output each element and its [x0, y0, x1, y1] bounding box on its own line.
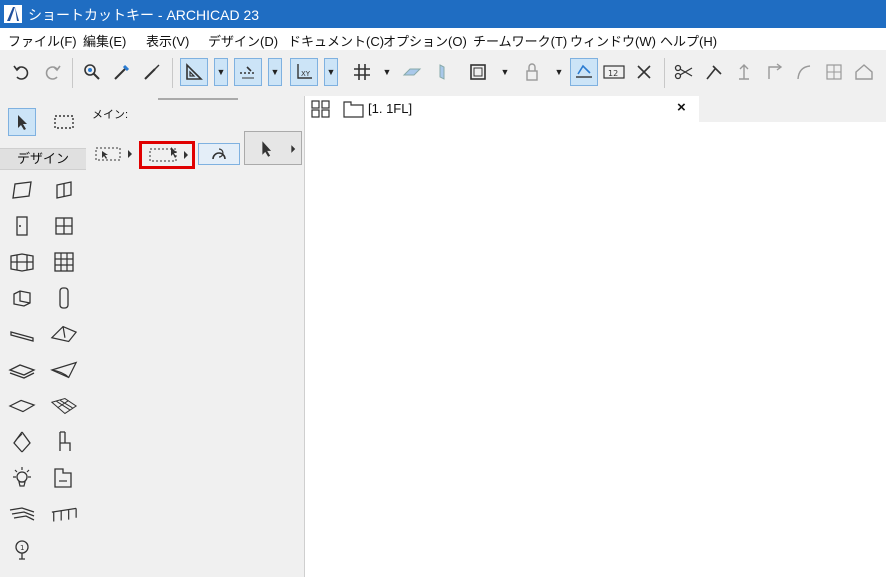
svg-text:12: 12	[608, 69, 618, 78]
menu-file[interactable]: ファイル(F)	[8, 31, 77, 50]
info-box-palette	[88, 96, 305, 577]
arrow-tool-icon[interactable]	[8, 108, 36, 136]
split-icon[interactable]	[820, 58, 848, 86]
window-tool-icon[interactable]	[50, 212, 78, 240]
morph-tool-icon[interactable]	[50, 392, 78, 420]
chair-tool-icon[interactable]	[50, 428, 78, 456]
offset-icon[interactable]	[760, 58, 788, 86]
standard-toolbar: ▼ ▼ XY ▼ ▼ ▼ ▼ 12	[0, 50, 886, 97]
curve-icon[interactable]	[790, 58, 818, 86]
magic-wand-icon[interactable]	[78, 58, 106, 86]
menu-bar: ファイル(F) 編集(E) 表示(V) デザイン(D) ドキュメント(C) オプ…	[0, 28, 886, 50]
design-tab[interactable]: デザイン	[0, 148, 86, 170]
menu-design[interactable]: デザイン(D)	[208, 31, 278, 50]
wall-tool-icon[interactable]	[8, 176, 36, 204]
column-tall-tool-icon[interactable]	[50, 284, 78, 312]
guide-dropdown[interactable]: ▼	[214, 58, 228, 86]
selection-mode-button[interactable]	[92, 143, 134, 165]
beam-tool-icon[interactable]	[8, 320, 36, 348]
roof-tool-icon[interactable]	[50, 320, 78, 348]
snap-dropdown[interactable]: ▼	[268, 58, 282, 86]
infobox-grip	[158, 98, 238, 100]
window-title: ショートカットキー - ARCHICAD 23	[28, 7, 260, 23]
lamp-tool-icon[interactable]	[8, 464, 36, 492]
menu-window[interactable]: ウィンドウ(W)	[570, 31, 656, 50]
close-tab-icon[interactable]: ×	[677, 99, 686, 116]
menu-teamwork[interactable]: チームワーク(T)	[473, 31, 567, 50]
snap-guide-icon[interactable]	[234, 58, 262, 86]
door-tool-icon[interactable]	[8, 212, 36, 240]
layer-dropdown[interactable]: ▼	[498, 58, 512, 86]
shell-tool-icon[interactable]	[50, 356, 78, 384]
column-tool-icon[interactable]	[50, 176, 78, 204]
redo-icon[interactable]	[38, 58, 66, 86]
magnet-snap-button[interactable]	[198, 143, 240, 165]
stair-tool-icon[interactable]	[8, 428, 36, 456]
menu-options[interactable]: オプション(O)	[383, 31, 467, 50]
marquee-tool-icon[interactable]	[50, 108, 78, 136]
measure-icon[interactable]: 12	[600, 58, 628, 86]
tab-overview-icon[interactable]	[311, 100, 331, 118]
menu-document[interactable]: ドキュメント(C)	[288, 31, 384, 50]
main-label: メイン:	[92, 109, 129, 121]
coordinate-dropdown[interactable]: ▼	[324, 58, 338, 86]
object-tool-icon[interactable]	[8, 284, 36, 312]
syringe-icon[interactable]	[138, 58, 166, 86]
trim-icon[interactable]	[700, 58, 728, 86]
zone-tool-icon[interactable]	[50, 464, 78, 492]
home-icon[interactable]	[850, 58, 878, 86]
scissors-icon[interactable]	[670, 58, 698, 86]
layer-icon[interactable]	[464, 58, 492, 86]
grid-dropdown[interactable]: ▼	[380, 58, 394, 86]
menu-view[interactable]: 表示(V)	[146, 31, 189, 50]
section-icon[interactable]	[428, 58, 456, 86]
marquee-mode-button[interactable]	[139, 141, 195, 169]
menu-edit[interactable]: 編集(E)	[83, 31, 126, 50]
mesh-tool-icon[interactable]	[8, 392, 36, 420]
guide-line-icon[interactable]	[180, 58, 208, 86]
curtain-wall-tool-icon[interactable]	[8, 248, 36, 276]
svg-text:XY: XY	[301, 70, 311, 78]
eyedropper-icon[interactable]	[108, 58, 136, 86]
cross-icon[interactable]	[630, 58, 658, 86]
grid-snap-icon[interactable]	[348, 58, 376, 86]
trace-icon[interactable]	[570, 58, 598, 86]
surface-icon[interactable]	[398, 58, 426, 86]
slab-tool-icon[interactable]	[8, 356, 36, 384]
coordinate-icon[interactable]: XY	[290, 58, 318, 86]
fence-tool-icon[interactable]	[50, 500, 78, 528]
drawing-canvas[interactable]	[305, 122, 886, 577]
marker-tool-icon[interactable]: 1	[8, 536, 36, 564]
pointer-mode-button[interactable]	[244, 131, 302, 165]
lock-icon[interactable]	[518, 58, 546, 86]
undo-icon[interactable]	[8, 58, 36, 86]
railing-tool-icon[interactable]	[8, 500, 36, 528]
floor-plan-icon	[343, 100, 365, 118]
view-tab-label: [1. 1FL]	[368, 101, 413, 116]
skylight-tool-icon[interactable]	[50, 248, 78, 276]
svg-text:1: 1	[20, 544, 24, 552]
menu-help[interactable]: ヘルプ(H)	[660, 31, 717, 50]
archicad-logo-icon	[4, 5, 22, 23]
lock-dropdown[interactable]: ▼	[552, 58, 566, 86]
elevate-icon[interactable]	[730, 58, 758, 86]
